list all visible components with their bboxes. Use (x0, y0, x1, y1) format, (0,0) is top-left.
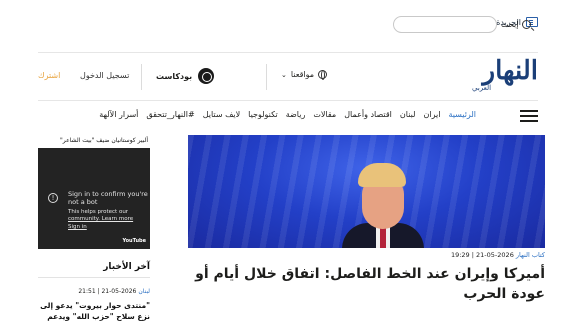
divider (38, 277, 150, 278)
nav-item-iran[interactable]: ايران (423, 110, 440, 119)
site-logo[interactable]: النهار العربي (468, 58, 538, 96)
globe-icon (318, 70, 328, 80)
video-message: not a bot (68, 198, 98, 206)
youtube-logo[interactable]: YouTube (122, 238, 146, 244)
divider (266, 64, 267, 90)
nav-items: الرئيسية ايران لبنان اقتصاد وأعمال مقالا… (99, 110, 476, 119)
sites-dropdown[interactable]: مواقعنا ⌄ (281, 70, 328, 80)
podcast-label: بودكاست (156, 71, 193, 81)
hero-image[interactable] (188, 135, 545, 248)
latest-category[interactable]: لبنان (138, 288, 150, 295)
latest-date: 2026-05-21 | 21:51 (78, 288, 137, 295)
latest-news-title: آخر الأخبار (103, 262, 150, 272)
hero-date: 2026-05-21 | 19:29 (450, 251, 514, 259)
learn-more-link[interactable]: community. Learn more (68, 216, 133, 222)
login-link[interactable]: تسجيل الدخول (80, 71, 129, 80)
hero-person-photo (342, 163, 424, 248)
video-message: Sign in to confirm you're (68, 190, 148, 198)
sign-in-link[interactable]: Sign in (68, 224, 87, 230)
latest-news-item[interactable]: "منتدى حوار بيروت" يدعو إلى نزع سلاح "حز… (38, 300, 150, 324)
video-caption: ألبير كوستانيان ضيف "بيت الشاعر" (60, 137, 148, 144)
site-header: النهار العربي مواقعنا ⌄ بودكاست تسجيل ال… (38, 56, 538, 96)
nav-item-sports[interactable]: رياضة (286, 110, 306, 119)
top-bar: الجريدة إبحث (38, 16, 538, 36)
sidebar: ألبير كوستانيان ضيف "بيت الشاعر" ! Sign … (38, 135, 150, 324)
subscribe-link[interactable]: اشترك (38, 71, 60, 80)
nav-item-home[interactable]: الرئيسية (448, 110, 476, 119)
podcast-link[interactable]: بودكاست (156, 68, 215, 84)
nav-item-secrets[interactable]: أسرار الآلهة (99, 110, 138, 119)
nav-item-lebanon[interactable]: لبنان (400, 110, 416, 119)
nav-item-articles[interactable]: مقالات (313, 110, 336, 119)
divider (141, 64, 142, 90)
nav-item-factcheck[interactable]: #النهار_تتحقق (146, 110, 194, 119)
main-nav: الرئيسية ايران لبنان اقتصاد وأعمال مقالا… (38, 109, 538, 125)
video-message: This helps protect our (68, 209, 129, 215)
divider (38, 52, 538, 53)
video-player[interactable]: ! Sign in to confirm you're not a bot Th… (38, 148, 150, 249)
warning-icon: ! (48, 193, 58, 203)
nav-item-economy[interactable]: اقتصاد وأعمال (344, 110, 392, 119)
hero-meta: كتاب النهار 2026-05-21 | 19:29 (451, 251, 545, 259)
chevron-down-icon: ⌄ (281, 70, 287, 79)
logo-text: النهار (482, 56, 538, 86)
search-label: إبحث (501, 20, 519, 29)
divider (38, 100, 538, 101)
hero-category[interactable]: كتاب النهار (516, 251, 545, 259)
nav-item-technology[interactable]: تكنولوجيا (248, 110, 278, 119)
hero-headline[interactable]: أميركا وإيران عند الخط الفاصل: اتفاق خلا… (195, 264, 545, 304)
sites-label: مواقعنا (290, 70, 315, 79)
search-input[interactable] (393, 16, 497, 33)
podcast-icon (198, 68, 215, 84)
latest-news-meta: لبنان 2026-05-21 | 21:51 (78, 288, 150, 295)
search-bar: إبحث (393, 16, 532, 33)
search-icon[interactable] (522, 20, 532, 29)
menu-icon[interactable] (520, 110, 538, 122)
nav-item-lifestyle[interactable]: لايف ستايل (203, 110, 240, 119)
